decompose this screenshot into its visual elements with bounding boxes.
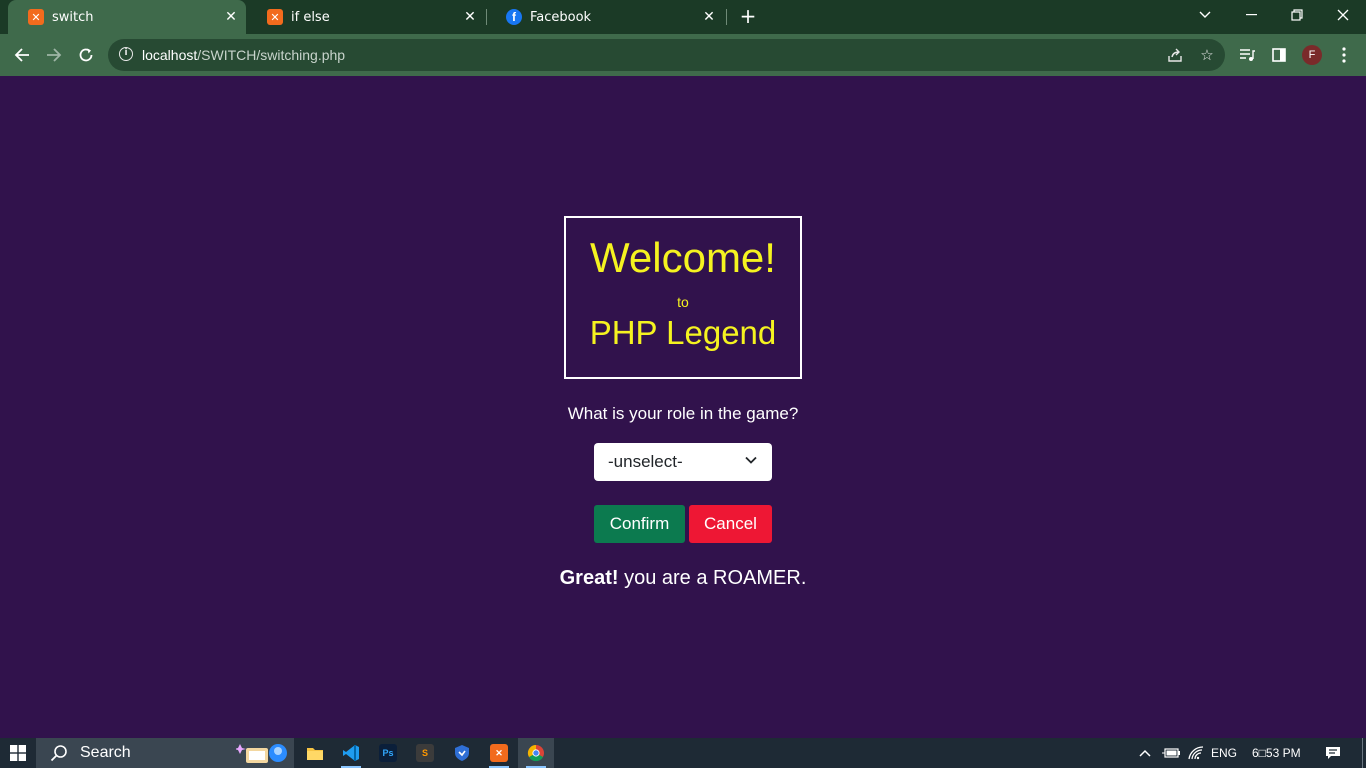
xampp-icon: ✕ xyxy=(28,9,44,25)
url-host: localhost xyxy=(142,47,198,63)
taskbar-brave[interactable] xyxy=(444,738,480,768)
windows-logo-icon xyxy=(10,745,26,761)
address-bar[interactable]: i localhost/SWITCH/switching.php ☆ xyxy=(108,39,1225,71)
battery-icon[interactable] xyxy=(1162,738,1180,768)
taskbar-search[interactable]: Search xyxy=(36,738,294,768)
wifi-icon[interactable] xyxy=(1188,738,1204,768)
show-desktop-button[interactable] xyxy=(1362,738,1366,768)
side-panel-icon[interactable] xyxy=(1269,45,1289,65)
role-question: What is your role in the game? xyxy=(567,404,799,423)
close-icon xyxy=(1337,9,1349,21)
confirm-button[interactable]: Confirm xyxy=(594,505,685,543)
browser-tab-strip: ✕ switch ✕ ✕ if else ✕ f Facebook ✕ + xyxy=(0,0,1366,34)
address-url[interactable]: localhost/SWITCH/switching.php xyxy=(142,47,345,63)
side-panel-glyph xyxy=(1272,48,1286,62)
more-icon xyxy=(1342,47,1346,63)
tab-title: if else xyxy=(291,9,330,25)
vscode-icon xyxy=(343,745,359,761)
role-select-value: -unselect- xyxy=(608,452,683,471)
back-button[interactable] xyxy=(9,42,35,68)
share-icon-glyph xyxy=(1168,48,1182,62)
welcome-heading: Welcome! xyxy=(590,234,776,281)
chevron-up-icon xyxy=(1139,749,1151,757)
chevron-down-icon xyxy=(745,456,757,464)
chrome-icon xyxy=(527,744,544,762)
facebook-icon: f xyxy=(506,9,522,25)
photoshop-icon: Ps xyxy=(379,744,397,762)
taskbar-photoshop[interactable]: Ps xyxy=(370,738,406,768)
close-tab-icon[interactable]: ✕ xyxy=(462,9,478,25)
search-label: Search xyxy=(80,744,131,761)
tab-switch[interactable]: ✕ switch ✕ xyxy=(8,0,246,34)
role-select[interactable]: -unselect- xyxy=(594,443,772,481)
minimize-icon xyxy=(1245,14,1257,16)
profile-avatar[interactable]: F xyxy=(1302,45,1322,65)
notification-icon xyxy=(1326,747,1340,759)
taskbar-vscode[interactable] xyxy=(333,738,369,768)
site-info-icon[interactable]: i xyxy=(119,47,133,61)
restore-button[interactable] xyxy=(1274,0,1320,30)
close-tab-icon[interactable]: ✕ xyxy=(223,9,239,25)
shield-app-icon xyxy=(455,745,469,761)
tab-search-button[interactable] xyxy=(1182,0,1228,30)
game-title: PHP Legend xyxy=(589,314,777,351)
search-icon xyxy=(50,745,67,762)
search-highlight-icon xyxy=(236,744,287,763)
xampp-icon: ✕ xyxy=(490,744,508,762)
close-window-button[interactable] xyxy=(1320,0,1366,30)
cancel-button[interactable]: Cancel xyxy=(689,505,772,543)
back-arrow-icon xyxy=(14,48,29,62)
media-control-icon[interactable] xyxy=(1237,45,1257,65)
page-content: Welcome! to PHP Legend What is your role… xyxy=(0,77,1366,738)
welcome-banner: Welcome! to PHP Legend xyxy=(564,216,802,379)
reload-icon xyxy=(79,48,93,62)
tab-separator xyxy=(726,9,727,25)
start-button[interactable] xyxy=(0,738,36,768)
reload-button[interactable] xyxy=(73,42,99,68)
menu-kebab-icon[interactable] xyxy=(1334,45,1354,65)
bookmark-star-icon[interactable]: ☆ xyxy=(1198,46,1216,64)
clock[interactable]: 6□53 PM xyxy=(1252,738,1301,768)
close-tab-icon[interactable]: ✕ xyxy=(701,9,717,25)
result-message: Great! you are a ROAMER. xyxy=(0,567,1366,590)
taskbar-chrome[interactable] xyxy=(518,738,554,768)
notification-center[interactable] xyxy=(1325,738,1341,768)
share-icon[interactable] xyxy=(1166,46,1184,64)
playlist-icon xyxy=(1240,49,1255,61)
new-tab-button[interactable]: + xyxy=(737,6,759,28)
battery-glyph xyxy=(1162,748,1180,758)
folder-icon xyxy=(307,748,323,760)
tray-overflow-chevron[interactable] xyxy=(1139,738,1151,768)
restore-icon xyxy=(1291,9,1303,21)
tab-title: switch xyxy=(52,9,94,25)
result-text: you are a ROAMER. xyxy=(618,567,807,589)
url-path: /SWITCH/switching.php xyxy=(197,47,346,63)
forward-arrow-icon xyxy=(47,48,62,62)
minimize-button[interactable] xyxy=(1228,0,1274,30)
sublime-text-icon: S xyxy=(416,744,434,762)
xampp-icon: ✕ xyxy=(267,9,283,25)
taskbar-file-explorer[interactable] xyxy=(297,738,333,768)
taskbar-sublime[interactable]: S xyxy=(407,738,443,768)
language-indicator[interactable]: ENG xyxy=(1211,738,1237,768)
wifi-glyph xyxy=(1188,746,1204,760)
tab-title: Facebook xyxy=(530,9,592,25)
chevron-down-icon xyxy=(1199,11,1211,18)
welcome-to-text: to xyxy=(677,294,689,310)
tab-if-else[interactable]: ✕ if else ✕ xyxy=(247,0,485,34)
windows-taskbar: Search Ps S ✕ ENG 6□53 PM xyxy=(0,738,1366,768)
taskbar-xampp[interactable]: ✕ xyxy=(481,738,517,768)
result-emphasis: Great! xyxy=(559,567,619,589)
forward-button[interactable] xyxy=(41,42,67,68)
browser-toolbar: i localhost/SWITCH/switching.php ☆ F xyxy=(0,34,1366,76)
tab-facebook[interactable]: f Facebook ✕ xyxy=(486,0,724,34)
